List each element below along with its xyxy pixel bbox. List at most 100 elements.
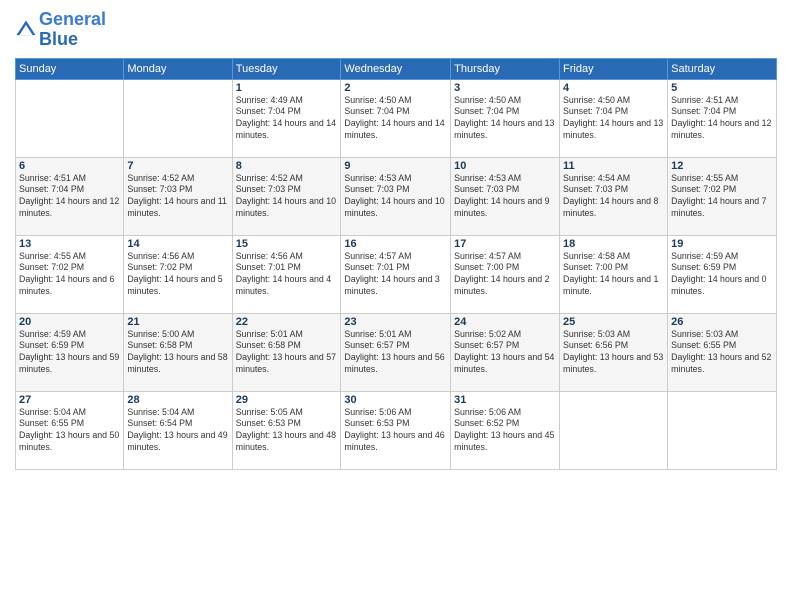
calendar-cell: 12Sunrise: 4:55 AM Sunset: 7:02 PM Dayli… [668, 157, 777, 235]
day-number: 6 [19, 160, 120, 172]
calendar-week-row: 1Sunrise: 4:49 AM Sunset: 7:04 PM Daylig… [16, 79, 777, 157]
day-info: Sunrise: 4:50 AM Sunset: 7:04 PM Dayligh… [344, 95, 447, 143]
day-info: Sunrise: 4:54 AM Sunset: 7:03 PM Dayligh… [563, 173, 664, 221]
calendar-cell: 13Sunrise: 4:55 AM Sunset: 7:02 PM Dayli… [16, 235, 124, 313]
calendar-cell: 23Sunrise: 5:01 AM Sunset: 6:57 PM Dayli… [341, 313, 451, 391]
day-info: Sunrise: 4:55 AM Sunset: 7:02 PM Dayligh… [19, 251, 120, 299]
day-info: Sunrise: 4:57 AM Sunset: 7:00 PM Dayligh… [454, 251, 556, 299]
day-number: 7 [127, 160, 228, 172]
day-info: Sunrise: 4:53 AM Sunset: 7:03 PM Dayligh… [454, 173, 556, 221]
calendar-cell: 10Sunrise: 4:53 AM Sunset: 7:03 PM Dayli… [451, 157, 560, 235]
day-number: 18 [563, 238, 664, 250]
day-number: 13 [19, 238, 120, 250]
day-info: Sunrise: 4:50 AM Sunset: 7:04 PM Dayligh… [454, 95, 556, 143]
calendar-cell [124, 79, 232, 157]
logo-icon [15, 19, 37, 41]
day-info: Sunrise: 4:52 AM Sunset: 7:03 PM Dayligh… [127, 173, 228, 221]
calendar-cell: 2Sunrise: 4:50 AM Sunset: 7:04 PM Daylig… [341, 79, 451, 157]
day-number: 27 [19, 394, 120, 406]
weekday-header-row: SundayMondayTuesdayWednesdayThursdayFrid… [16, 58, 777, 79]
day-number: 20 [19, 316, 120, 328]
day-info: Sunrise: 4:51 AM Sunset: 7:04 PM Dayligh… [19, 173, 120, 221]
calendar-cell: 17Sunrise: 4:57 AM Sunset: 7:00 PM Dayli… [451, 235, 560, 313]
calendar-cell: 15Sunrise: 4:56 AM Sunset: 7:01 PM Dayli… [232, 235, 341, 313]
calendar-cell [16, 79, 124, 157]
calendar-cell: 21Sunrise: 5:00 AM Sunset: 6:58 PM Dayli… [124, 313, 232, 391]
calendar-cell [668, 391, 777, 469]
calendar-cell: 31Sunrise: 5:06 AM Sunset: 6:52 PM Dayli… [451, 391, 560, 469]
logo-text: General Blue [39, 10, 106, 50]
day-number: 3 [454, 82, 556, 94]
weekday-tuesday: Tuesday [232, 58, 341, 79]
day-info: Sunrise: 4:51 AM Sunset: 7:04 PM Dayligh… [671, 95, 773, 143]
day-info: Sunrise: 5:01 AM Sunset: 6:58 PM Dayligh… [236, 329, 338, 377]
day-info: Sunrise: 4:49 AM Sunset: 7:04 PM Dayligh… [236, 95, 338, 143]
day-info: Sunrise: 4:56 AM Sunset: 7:02 PM Dayligh… [127, 251, 228, 299]
calendar-cell: 29Sunrise: 5:05 AM Sunset: 6:53 PM Dayli… [232, 391, 341, 469]
header: General Blue [15, 10, 777, 50]
day-number: 5 [671, 82, 773, 94]
calendar-cell: 5Sunrise: 4:51 AM Sunset: 7:04 PM Daylig… [668, 79, 777, 157]
calendar-cell: 4Sunrise: 4:50 AM Sunset: 7:04 PM Daylig… [560, 79, 668, 157]
day-info: Sunrise: 4:56 AM Sunset: 7:01 PM Dayligh… [236, 251, 338, 299]
calendar-cell: 27Sunrise: 5:04 AM Sunset: 6:55 PM Dayli… [16, 391, 124, 469]
weekday-sunday: Sunday [16, 58, 124, 79]
page: General Blue SundayMondayTuesdayWednesda… [0, 0, 792, 612]
weekday-wednesday: Wednesday [341, 58, 451, 79]
day-info: Sunrise: 4:58 AM Sunset: 7:00 PM Dayligh… [563, 251, 664, 299]
calendar: SundayMondayTuesdayWednesdayThursdayFrid… [15, 58, 777, 470]
calendar-cell: 22Sunrise: 5:01 AM Sunset: 6:58 PM Dayli… [232, 313, 341, 391]
weekday-thursday: Thursday [451, 58, 560, 79]
calendar-cell: 7Sunrise: 4:52 AM Sunset: 7:03 PM Daylig… [124, 157, 232, 235]
calendar-week-row: 13Sunrise: 4:55 AM Sunset: 7:02 PM Dayli… [16, 235, 777, 313]
calendar-cell: 24Sunrise: 5:02 AM Sunset: 6:57 PM Dayli… [451, 313, 560, 391]
calendar-cell: 26Sunrise: 5:03 AM Sunset: 6:55 PM Dayli… [668, 313, 777, 391]
calendar-cell: 18Sunrise: 4:58 AM Sunset: 7:00 PM Dayli… [560, 235, 668, 313]
weekday-friday: Friday [560, 58, 668, 79]
day-info: Sunrise: 5:02 AM Sunset: 6:57 PM Dayligh… [454, 329, 556, 377]
day-number: 14 [127, 238, 228, 250]
day-number: 24 [454, 316, 556, 328]
calendar-cell: 28Sunrise: 5:04 AM Sunset: 6:54 PM Dayli… [124, 391, 232, 469]
calendar-cell: 20Sunrise: 4:59 AM Sunset: 6:59 PM Dayli… [16, 313, 124, 391]
day-number: 29 [236, 394, 338, 406]
day-info: Sunrise: 5:04 AM Sunset: 6:54 PM Dayligh… [127, 407, 228, 455]
day-info: Sunrise: 4:59 AM Sunset: 6:59 PM Dayligh… [19, 329, 120, 377]
day-number: 16 [344, 238, 447, 250]
calendar-week-row: 27Sunrise: 5:04 AM Sunset: 6:55 PM Dayli… [16, 391, 777, 469]
day-number: 21 [127, 316, 228, 328]
day-info: Sunrise: 5:06 AM Sunset: 6:53 PM Dayligh… [344, 407, 447, 455]
calendar-cell: 9Sunrise: 4:53 AM Sunset: 7:03 PM Daylig… [341, 157, 451, 235]
day-info: Sunrise: 5:06 AM Sunset: 6:52 PM Dayligh… [454, 407, 556, 455]
day-number: 22 [236, 316, 338, 328]
day-number: 9 [344, 160, 447, 172]
day-info: Sunrise: 4:55 AM Sunset: 7:02 PM Dayligh… [671, 173, 773, 221]
day-number: 1 [236, 82, 338, 94]
weekday-saturday: Saturday [668, 58, 777, 79]
day-number: 10 [454, 160, 556, 172]
calendar-cell: 30Sunrise: 5:06 AM Sunset: 6:53 PM Dayli… [341, 391, 451, 469]
day-info: Sunrise: 4:52 AM Sunset: 7:03 PM Dayligh… [236, 173, 338, 221]
day-number: 4 [563, 82, 664, 94]
day-number: 25 [563, 316, 664, 328]
logo: General Blue [15, 10, 106, 50]
day-number: 28 [127, 394, 228, 406]
calendar-cell: 6Sunrise: 4:51 AM Sunset: 7:04 PM Daylig… [16, 157, 124, 235]
calendar-week-row: 20Sunrise: 4:59 AM Sunset: 6:59 PM Dayli… [16, 313, 777, 391]
day-info: Sunrise: 5:03 AM Sunset: 6:55 PM Dayligh… [671, 329, 773, 377]
day-number: 23 [344, 316, 447, 328]
day-number: 30 [344, 394, 447, 406]
day-info: Sunrise: 4:53 AM Sunset: 7:03 PM Dayligh… [344, 173, 447, 221]
day-number: 8 [236, 160, 338, 172]
weekday-monday: Monday [124, 58, 232, 79]
calendar-cell: 14Sunrise: 4:56 AM Sunset: 7:02 PM Dayli… [124, 235, 232, 313]
day-info: Sunrise: 4:59 AM Sunset: 6:59 PM Dayligh… [671, 251, 773, 299]
day-number: 12 [671, 160, 773, 172]
calendar-cell: 16Sunrise: 4:57 AM Sunset: 7:01 PM Dayli… [341, 235, 451, 313]
day-number: 17 [454, 238, 556, 250]
day-info: Sunrise: 5:05 AM Sunset: 6:53 PM Dayligh… [236, 407, 338, 455]
day-info: Sunrise: 5:03 AM Sunset: 6:56 PM Dayligh… [563, 329, 664, 377]
calendar-cell: 11Sunrise: 4:54 AM Sunset: 7:03 PM Dayli… [560, 157, 668, 235]
day-number: 19 [671, 238, 773, 250]
day-number: 11 [563, 160, 664, 172]
